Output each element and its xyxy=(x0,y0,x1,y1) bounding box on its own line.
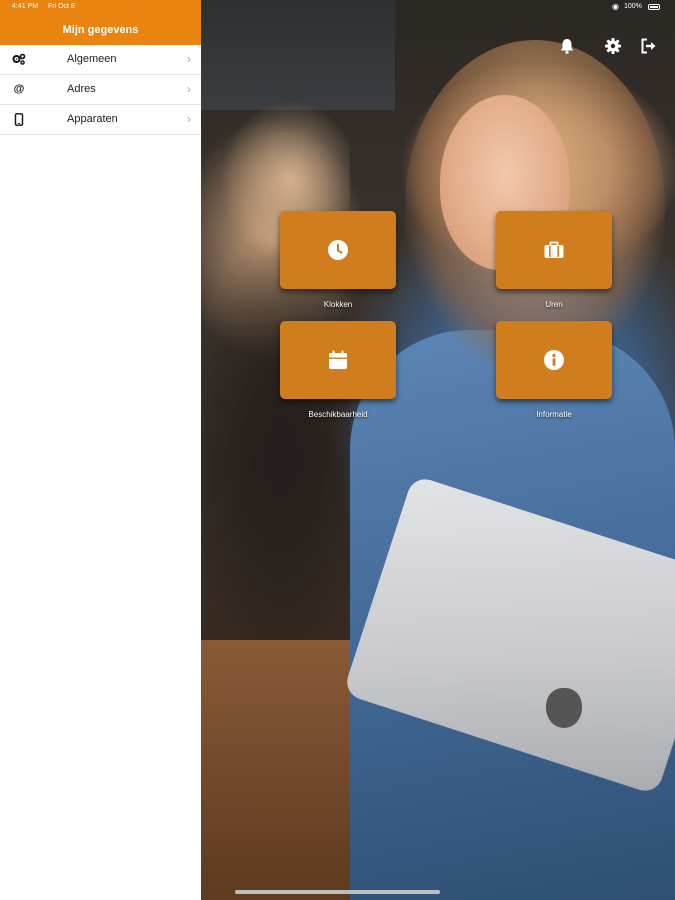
tile-label-uren: Uren xyxy=(545,300,563,309)
background-counter xyxy=(200,640,370,900)
wifi-icon: ◉ xyxy=(612,2,619,11)
chevron-right-icon: › xyxy=(187,82,191,96)
tablet-icon xyxy=(12,113,26,126)
sidebar-menu: Algemeen › @ Adres › Apparaten › xyxy=(0,45,201,135)
sidebar: Mijn gegevens Algemeen › @ Adres › Appar… xyxy=(0,0,201,900)
status-bar: 4:41 PM Fri Oct 8 ◉ 100% xyxy=(0,0,675,14)
sidebar-title: Mijn gegevens xyxy=(62,24,139,36)
logout-icon[interactable] xyxy=(639,36,659,56)
chevron-right-icon: › xyxy=(187,112,191,126)
sidebar-item-label: Algemeen xyxy=(67,53,117,65)
background-sign xyxy=(200,0,395,110)
bell-icon[interactable] xyxy=(557,36,577,56)
tile-beschikbaarheid[interactable] xyxy=(280,321,396,399)
chevron-right-icon: › xyxy=(187,52,191,66)
status-date: Fri Oct 8 xyxy=(48,3,75,10)
briefcase-icon xyxy=(544,241,564,258)
tile-uren[interactable] xyxy=(496,211,612,289)
info-icon xyxy=(544,350,564,370)
tile-klokken[interactable] xyxy=(280,211,396,289)
gears-icon xyxy=(12,53,26,66)
tile-informatie[interactable] xyxy=(496,321,612,399)
clock-icon xyxy=(328,240,348,260)
tile-label-informatie: Informatie xyxy=(536,410,572,419)
battery-icon xyxy=(648,4,660,10)
calendar-icon xyxy=(329,350,347,369)
sidebar-item-label: Apparaten xyxy=(67,113,118,125)
battery-percentage: 100% xyxy=(624,3,642,10)
at-icon: @ xyxy=(13,83,25,95)
sidebar-item-algemeen[interactable]: Algemeen › xyxy=(0,45,201,75)
sidebar-item-label: Adres xyxy=(67,83,96,95)
sidebar-item-apparaten[interactable]: Apparaten › xyxy=(0,105,201,135)
tile-label-klokken: Klokken xyxy=(323,300,353,309)
gear-icon[interactable] xyxy=(603,36,623,56)
home-indicator[interactable] xyxy=(235,890,440,894)
tile-label-beschikbaarheid: Beschikbaarheid xyxy=(308,410,368,419)
background-logo xyxy=(546,688,582,728)
sidebar-item-adres[interactable]: @ Adres › xyxy=(0,75,201,105)
status-time: 4:41 PM xyxy=(12,3,39,10)
